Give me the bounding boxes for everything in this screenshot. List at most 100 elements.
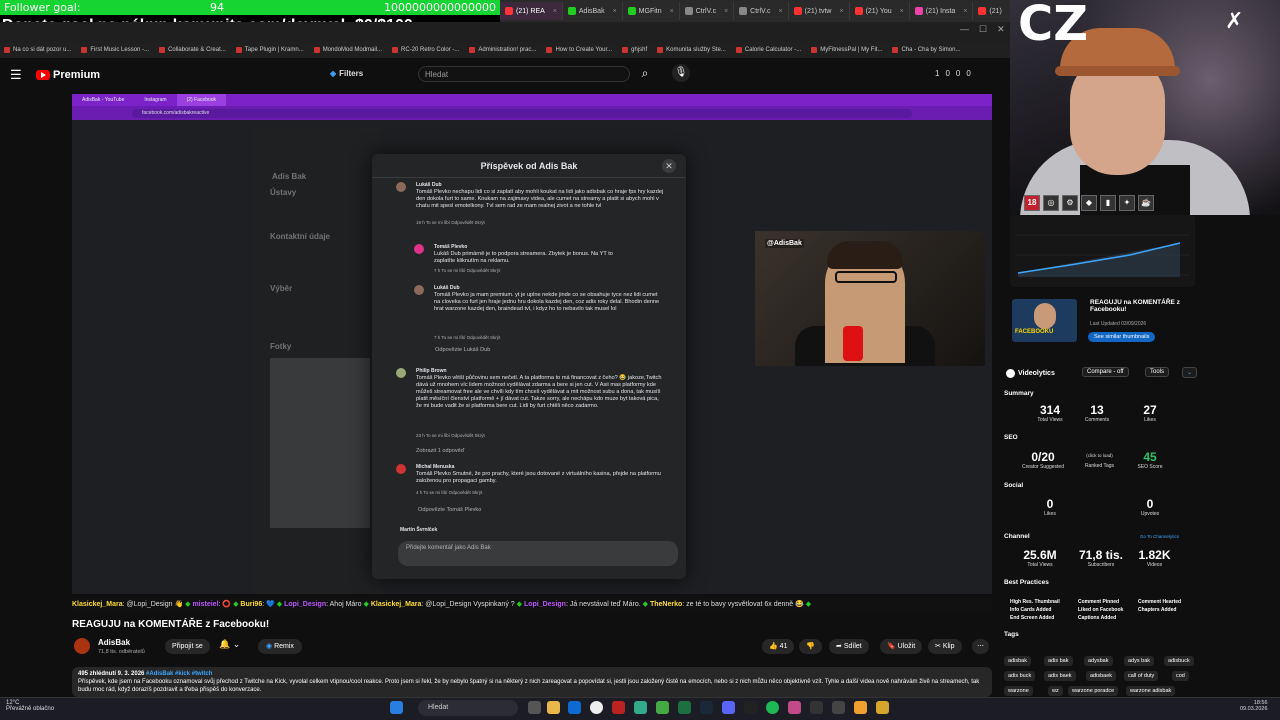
windows-start-icon[interactable] (390, 701, 403, 714)
comment-meta[interactable]: 7 h To se mi líbí Odpovědět Skrýt (434, 335, 500, 340)
address-bar[interactable] (0, 22, 1010, 42)
app-icon[interactable] (656, 701, 669, 714)
tag-chip[interactable]: adisbaek (1086, 671, 1117, 681)
tag-chip[interactable]: wz (1048, 686, 1063, 696)
filters-button[interactable]: ◈ Filters (330, 69, 363, 78)
clip-button[interactable]: ✂ Klip (928, 639, 962, 654)
app-icon[interactable] (876, 701, 889, 714)
tag-chip[interactable]: adis baek (1044, 671, 1076, 681)
tag-chip[interactable]: warzone (1004, 686, 1033, 696)
goto-channelytics-link[interactable]: Go To Channelytics (1140, 534, 1179, 539)
bookmark[interactable]: Na co si dát pozor u... (4, 47, 71, 53)
minimize-icon[interactable]: — (960, 24, 969, 35)
video-player[interactable]: AdisBak - YouTube Instagram (2) Facebook… (72, 94, 992, 594)
see-similar-button[interactable]: See similar thumbnails (1088, 332, 1156, 342)
bookmark[interactable]: Komunita služby Ste... (657, 47, 726, 53)
taskbar-search[interactable]: Hledat (418, 700, 518, 716)
app-icon[interactable] (744, 701, 757, 714)
avatar[interactable] (74, 638, 90, 654)
tag-chip[interactable]: adis bak (1044, 656, 1073, 666)
close-icon[interactable]: × (839, 8, 843, 15)
description-box[interactable]: 495 zhlédnutí 9. 3. 2026 #AdisBak #kick … (72, 667, 992, 697)
tag-chip[interactable]: cod (1172, 671, 1189, 681)
tag-chip[interactable]: adisbuck (1164, 656, 1194, 666)
youtube-logo[interactable]: Premium (36, 69, 100, 81)
browser-tab[interactable]: MGFitn × (623, 2, 680, 20)
reply-input[interactable]: Odpovězte Lukáš Dub (435, 347, 490, 353)
bookmark[interactable]: How to Create Your... (546, 47, 612, 53)
chrome-icon[interactable] (590, 701, 603, 714)
close-icon[interactable]: × (724, 8, 728, 15)
task-view-icon[interactable] (528, 701, 541, 714)
bell-icon[interactable]: 🔔 ⌄ (219, 639, 240, 650)
tag-chip[interactable]: adys bak (1124, 656, 1155, 666)
browser-tab[interactable]: (21) Insta × (910, 2, 974, 20)
app-icon[interactable] (612, 701, 625, 714)
bookmark[interactable]: RC-20 Retro Color -... (392, 47, 459, 53)
comment-meta[interactable]: 7 h To se mi líbí Odpovědět Skrýt (434, 268, 500, 273)
app-icon[interactable] (854, 701, 867, 714)
ranked-value[interactable]: (click to load) (1072, 453, 1127, 458)
share-button[interactable]: ➦ Sdílet (829, 639, 869, 654)
close-icon[interactable]: × (779, 8, 783, 15)
browser-tab[interactable]: CtrlV.c × (680, 2, 735, 20)
comment-meta[interactable]: 4 h To se mi líbí Odpovědět Skrýt (416, 490, 482, 495)
bookmark[interactable]: Cha - Cha by Simon... (892, 47, 960, 53)
channel-name[interactable]: AdisBak (98, 638, 130, 647)
bookmark[interactable]: Collaborate & Creat... (159, 47, 226, 53)
comment-meta[interactable]: 19 h To se mi líbí Odpovědět Skrýt (416, 220, 485, 225)
save-button[interactable]: 🔖 Uložit (880, 639, 923, 654)
menu-icon[interactable]: ☰ (10, 67, 24, 83)
discord-icon[interactable] (722, 701, 735, 714)
tag-chip[interactable]: warzone adisbak (1126, 686, 1176, 696)
weather-widget[interactable]: 12°C Převážně oblačno (6, 700, 54, 712)
browser-tab[interactable]: CtrlV.c × (734, 2, 789, 20)
bookmark[interactable]: Calorie Calculator -... (735, 47, 801, 53)
thumbnail-card[interactable]: FACEBOOKU (1012, 299, 1077, 342)
bookmark[interactable]: MyFitnessPal | My Fit... (811, 47, 882, 53)
close-icon[interactable]: ✕ (662, 159, 676, 173)
search-input[interactable]: Hledat (418, 66, 630, 82)
steam-icon[interactable] (700, 701, 713, 714)
file-explorer-icon[interactable] (547, 701, 560, 714)
tag-chip[interactable]: adysbak (1084, 656, 1113, 666)
like-button[interactable]: 👍 41 (762, 639, 795, 654)
more-icon[interactable]: ⋯ (972, 639, 989, 654)
close-icon[interactable]: ✕ (997, 24, 1005, 35)
maximize-icon[interactable]: ☐ (979, 24, 987, 35)
app-icon[interactable] (788, 701, 801, 714)
tag-chip[interactable]: adis buck (1004, 671, 1036, 681)
browser-tab[interactable]: (21)× (973, 2, 1010, 20)
dislike-button[interactable]: 👎 (799, 639, 822, 654)
show-replies-link[interactable]: Zobrazit 1 odpověď (416, 448, 464, 454)
compare-button[interactable]: Compare - off (1082, 367, 1129, 377)
bookmark[interactable]: Tape Plugin | Kramn... (235, 47, 304, 53)
bookmark[interactable]: Administration! prac... (469, 47, 536, 53)
tag-chip[interactable]: warzone poradce (1068, 686, 1119, 696)
bookmark[interactable]: MondoMod Modmail... (313, 47, 382, 53)
chevron-down-icon[interactable]: ⌄ (1182, 367, 1198, 378)
browser-tab[interactable]: AdisBak × (563, 2, 623, 20)
store-icon[interactable] (568, 701, 581, 714)
window-controls[interactable]: — ☐ ✕ (960, 24, 1005, 35)
bookmark[interactable]: ghjshf (622, 47, 647, 53)
browser-tab[interactable]: (21) REA × (500, 2, 563, 20)
close-icon[interactable]: × (613, 8, 617, 15)
bookmark[interactable]: First Music Lesson -... (81, 47, 149, 53)
join-button[interactable]: Připojit se (165, 639, 210, 654)
stat-ranked[interactable]: (click to load) Ranked Tags (1072, 453, 1127, 469)
close-icon[interactable]: × (963, 8, 967, 15)
spotify-icon[interactable] (766, 701, 779, 714)
reply-input[interactable]: Odpovězte Tomáš Plevko (418, 507, 481, 513)
close-icon[interactable]: × (900, 8, 904, 15)
system-clock[interactable]: 18:56 09.03.2026 (1240, 700, 1268, 712)
tag-chip[interactable]: adisbak (1004, 656, 1031, 666)
remix-button[interactable]: ◉ Remix (258, 639, 302, 654)
tag-chip[interactable]: call of duty (1124, 671, 1159, 681)
close-icon[interactable]: × (553, 8, 557, 15)
mic-icon[interactable]: 🎙 (672, 64, 690, 82)
search-icon[interactable]: ⌕ (636, 66, 654, 82)
hashtags[interactable]: #AdisBak #kick #twitch (146, 671, 212, 677)
excel-icon[interactable] (678, 701, 691, 714)
tools-button[interactable]: Tools (1145, 367, 1170, 377)
